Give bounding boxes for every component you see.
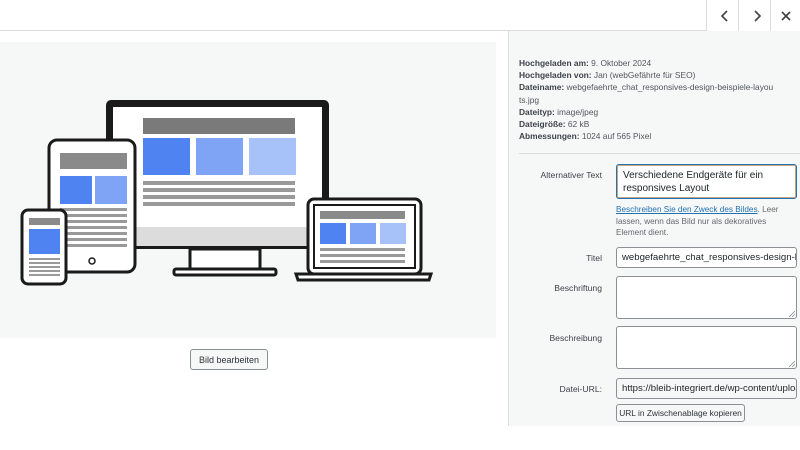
- title-field[interactable]: webgefaehrte_chat_responsives-design-bei…: [616, 247, 797, 268]
- phone-graphic: [20, 208, 68, 286]
- filetype: Dateityp: image/jpeg: [519, 106, 599, 117]
- image-preview: [0, 42, 496, 338]
- alt-text-label: Alternativer Text: [540, 170, 602, 180]
- copy-url-button[interactable]: URL in Zwischenablage kopieren: [616, 404, 745, 422]
- close-button[interactable]: [770, 0, 800, 31]
- description-label: Beschreibung: [549, 333, 602, 343]
- resize-handle-icon[interactable]: [789, 361, 795, 367]
- file-url-label: Datei-URL:: [559, 384, 602, 394]
- dimensions: Abmessungen: 1024 auf 565 Pixel: [519, 131, 652, 142]
- close-icon: [780, 10, 791, 21]
- edit-image-button[interactable]: Bild bearbeiten: [190, 349, 268, 370]
- modal-header: [0, 0, 800, 31]
- caption-field[interactable]: [616, 276, 797, 319]
- description-field[interactable]: [616, 326, 797, 369]
- alt-text-help: Beschreiben Sie den Zweck des Bildes. Le…: [616, 205, 779, 238]
- alt-text-help-link[interactable]: Beschreiben Sie den Zweck des Bildes: [616, 205, 758, 214]
- chevron-right-icon: [752, 9, 762, 22]
- title-label: Titel: [586, 253, 602, 263]
- resize-handle-icon[interactable]: [789, 311, 795, 317]
- chevron-left-icon: [720, 9, 730, 22]
- filesize: Dateigröße: 62 kB: [519, 119, 590, 130]
- filename: Dateiname: webgefaehrte_chat_responsives…: [519, 82, 774, 105]
- alt-text-field[interactable]: Verschiedene Endgeräte für ein responsiv…: [616, 164, 797, 199]
- uploaded-by: Hochgeladen von: Jan (webGefährte für SE…: [519, 70, 696, 81]
- file-details: Hochgeladen am: 9. Oktober 2024 Hochgela…: [519, 57, 789, 142]
- monitor-graphic: [106, 100, 329, 277]
- divider: [519, 153, 800, 154]
- caption-label: Beschriftung: [554, 283, 602, 293]
- responsive-devices-illustration: [20, 100, 434, 286]
- uploaded-on: Hochgeladen am: 9. Oktober 2024: [519, 58, 652, 68]
- laptop-graphic: [293, 197, 434, 282]
- file-url-field[interactable]: https://bleib-integriert.de/wp-content/u…: [616, 378, 797, 399]
